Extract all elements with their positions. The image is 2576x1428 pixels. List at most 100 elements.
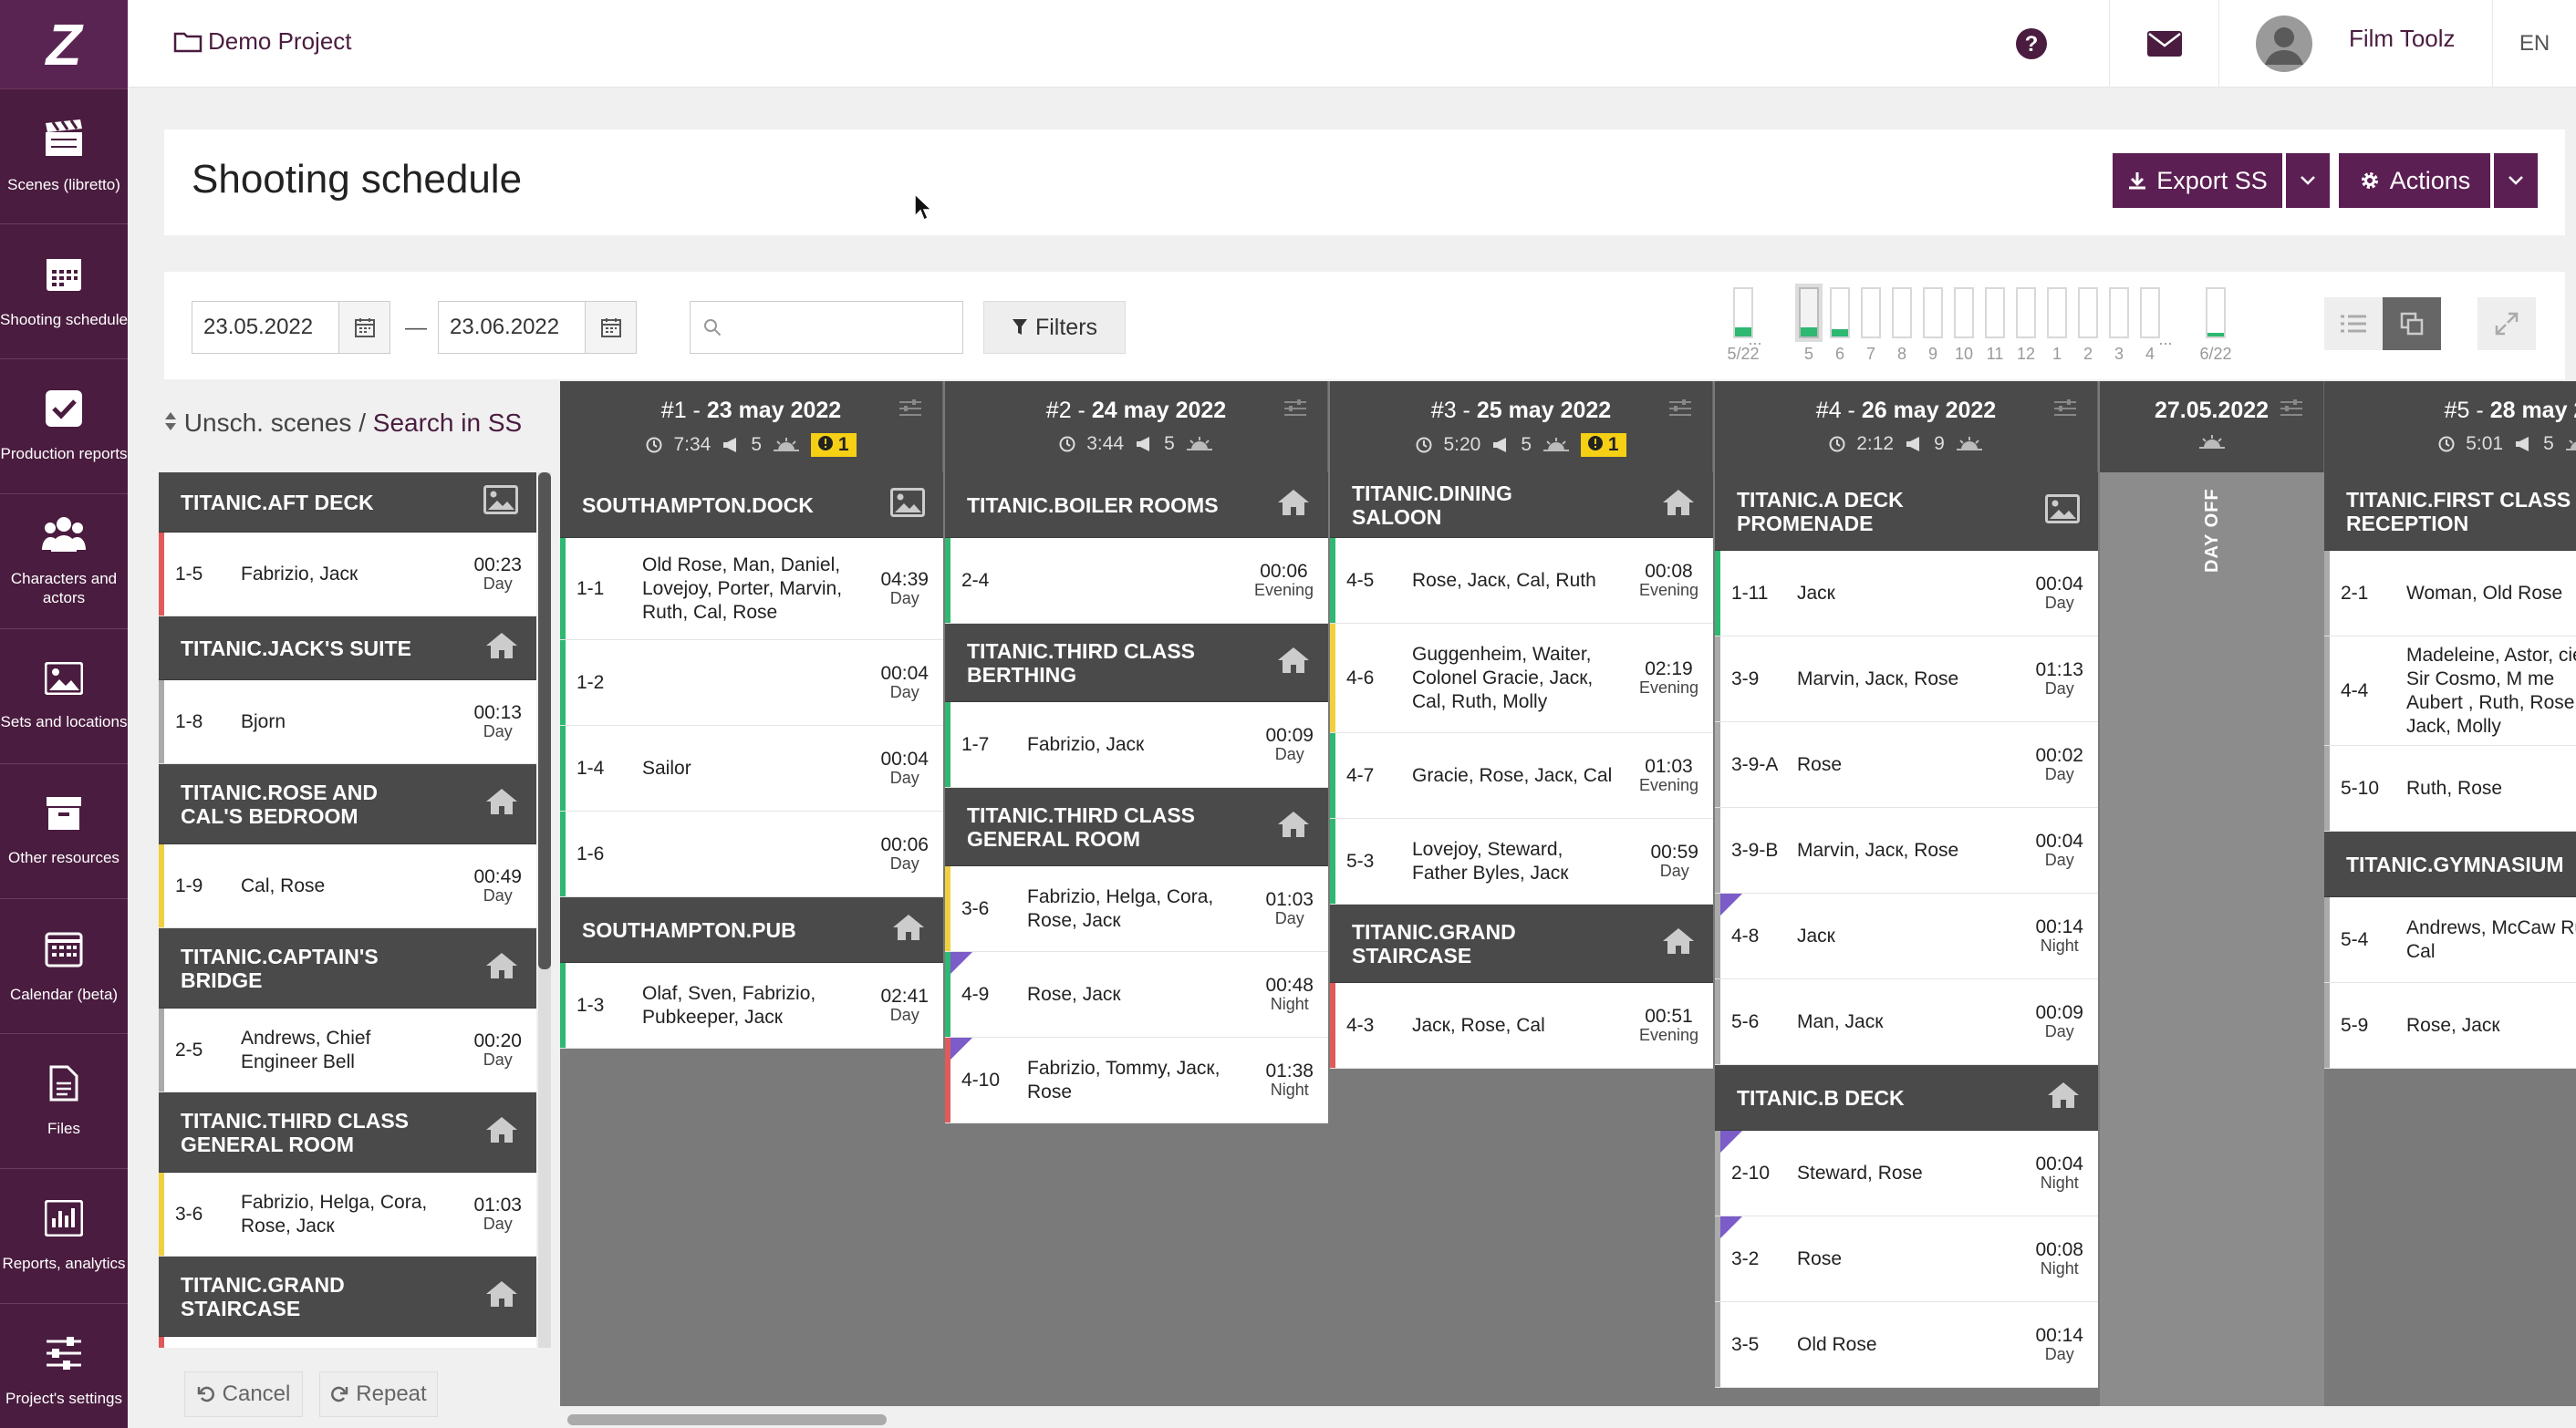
scene-card[interactable]: 3-6 Fabrizio, Helga, Cora, Rose, Jacк 01:0… bbox=[159, 1173, 536, 1257]
day-mini-bar[interactable] bbox=[2078, 287, 2098, 338]
location-header[interactable]: SOUTHAMPTON.DOCK bbox=[560, 472, 943, 538]
nav-item-characters-and-actors[interactable]: Characters and actors bbox=[0, 494, 128, 629]
nav-item-shooting-schedule[interactable]: Shooting schedule bbox=[0, 224, 128, 359]
scene-card[interactable]: 5-4 Andrews, McCaw Ruth, Cal bbox=[2324, 897, 2576, 983]
location-header[interactable]: TITANIC.GRAND STAIRCASE bbox=[159, 1257, 536, 1337]
scene-card[interactable]: 5-6 Man, Jacк 00:09 Day bbox=[1715, 979, 2098, 1065]
scene-card[interactable]: 3-2 Rose 00:08 Night bbox=[1715, 1216, 2098, 1302]
home-icon[interactable] bbox=[892, 914, 925, 947]
home-icon[interactable] bbox=[485, 1280, 518, 1313]
help-button[interactable]: ? bbox=[1981, 0, 2082, 88]
scene-card[interactable]: 5-10 Ruth, Rose bbox=[2324, 746, 2576, 832]
image-icon[interactable] bbox=[890, 487, 925, 523]
home-icon[interactable] bbox=[1277, 647, 1310, 679]
nav-item-calendar-beta[interactable]: Calendar (beta) bbox=[0, 899, 128, 1034]
settings-lines-icon[interactable] bbox=[1283, 399, 1307, 418]
date-from-input[interactable]: 23.05.2022 bbox=[192, 301, 390, 354]
filters-button[interactable]: Filters bbox=[983, 301, 1126, 354]
image-icon[interactable] bbox=[483, 484, 518, 520]
settings-lines-icon[interactable] bbox=[2280, 399, 2303, 418]
scene-card[interactable]: 5-3 Lovejoy, Steward, Father Byles, Jacк 0… bbox=[1330, 819, 1713, 905]
location-header[interactable]: TITANIC.GYMNASIUM bbox=[2324, 832, 2576, 897]
home-icon[interactable] bbox=[485, 1116, 518, 1149]
search-in-ss-link[interactable]: Search in SS bbox=[373, 409, 522, 437]
day-header[interactable]: #2 - 24 may 2022 3:44 5 bbox=[945, 381, 1328, 472]
scene-card[interactable]: 4-4 Madeleine, Astor, cie, Sir Cosmo, M m… bbox=[2324, 636, 2576, 746]
scene-card[interactable]: 1-4 Sailor 00:04 Day bbox=[560, 726, 943, 812]
day-mini-bar[interactable] bbox=[2109, 287, 2129, 338]
location-header[interactable]: TITANIC.THIRD CLASS GENERAL ROOM bbox=[945, 788, 1328, 866]
fullscreen-button[interactable] bbox=[2477, 297, 2536, 350]
location-header[interactable]: TITANIC.BOILER ROOMS bbox=[945, 472, 1328, 538]
date-from-calendar-button[interactable] bbox=[338, 302, 390, 353]
scene-card[interactable]: 1-2 00:04 Day bbox=[560, 640, 943, 726]
day-header[interactable]: #5 - 28 may 25:015 bbox=[2324, 381, 2576, 472]
scene-card[interactable]: 5-9 Rose, Jacк bbox=[2324, 983, 2576, 1069]
nav-item-project-s-settings[interactable]: Project's settings bbox=[0, 1304, 128, 1428]
day-warning-badge[interactable]: 1 bbox=[811, 433, 857, 457]
scene-card[interactable]: 4-3 Jacк, Rose, Cal 00:51 Evening bbox=[1330, 983, 1713, 1069]
home-icon[interactable] bbox=[1277, 811, 1310, 843]
scene-card[interactable] bbox=[159, 1337, 536, 1348]
scene-card[interactable]: 2-1 Woman, Old Rose bbox=[2324, 551, 2576, 636]
location-header[interactable]: TITANIC.AFT DECK bbox=[159, 472, 536, 533]
location-header[interactable]: TITANIC.GRAND STAIRCASE bbox=[1330, 905, 1713, 983]
scene-card[interactable]: 3-5 Old Rose 00:14 Day bbox=[1715, 1302, 2098, 1388]
day-mini-bar[interactable] bbox=[2016, 287, 2036, 338]
date-to-calendar-button[interactable] bbox=[585, 302, 636, 353]
scene-card[interactable]: 4-8 Jacк 00:14 Night bbox=[1715, 894, 2098, 979]
home-icon[interactable] bbox=[1277, 489, 1310, 522]
scene-card[interactable]: 2-5 Andrews, Chief Engineer Bell 00:20 Day bbox=[159, 1009, 536, 1092]
location-header[interactable]: TITANIC.JACK'S SUITE bbox=[159, 616, 536, 680]
location-header[interactable]: TITANIC.CAPTAIN'S BRIDGE bbox=[159, 928, 536, 1009]
scene-card[interactable]: 1-1 Old Rose, Man, Daniel, Lovejoy, Porte… bbox=[560, 538, 943, 640]
scene-card[interactable]: 3-9-A Rose 00:02 Day bbox=[1715, 722, 2098, 808]
export-ss-button[interactable]: Export SS bbox=[2113, 153, 2282, 208]
day-mini-bar[interactable] bbox=[1954, 287, 1974, 338]
day-mini-bar[interactable] bbox=[2206, 287, 2226, 338]
scene-card[interactable]: 4-5 Rose, Jacк, Cal, Ruth 00:08 Evening bbox=[1330, 538, 1713, 624]
nav-item-sets-and-locations[interactable]: Sets and locations bbox=[0, 629, 128, 764]
nav-item-production-reports[interactable]: Production reports bbox=[0, 359, 128, 494]
location-header[interactable]: TITANIC.DINING SALOON bbox=[1330, 472, 1713, 538]
home-icon[interactable] bbox=[485, 632, 518, 665]
location-header[interactable]: TITANIC.ROSE AND CAL'S BEDROOM bbox=[159, 764, 536, 844]
search-input[interactable] bbox=[690, 301, 963, 354]
scene-card[interactable]: 4-9 Rose, Jacк 00:48 Night bbox=[945, 952, 1328, 1038]
user-menu[interactable]: Film Toolz bbox=[2218, 0, 2492, 88]
scene-card[interactable]: 1-6 00:06 Day bbox=[560, 812, 943, 897]
home-icon[interactable] bbox=[485, 952, 518, 985]
left-scrollbar[interactable] bbox=[538, 472, 551, 969]
scene-card[interactable]: 1-9 Cal, Rose 00:49 Day bbox=[159, 844, 536, 928]
nav-item-scenes-libretto[interactable]: Scenes (libretto) bbox=[0, 89, 128, 224]
home-icon[interactable] bbox=[2047, 1081, 2080, 1114]
board-view-button[interactable] bbox=[2383, 297, 2441, 350]
scene-card[interactable]: 4-10 Fabrizio, Tommy, Jacк, Rose 01:38 Nigh… bbox=[945, 1038, 1328, 1123]
scene-card[interactable]: 3-6 Fabrizio, Helga, Cora, Rose, Jacк 01:0… bbox=[945, 866, 1328, 952]
day-mini-bar[interactable] bbox=[1985, 287, 2005, 338]
day-header[interactable]: #4 - 26 may 2022 2:12 9 bbox=[1715, 381, 2098, 472]
scene-card[interactable]: 4-7 Gracie, Rose, Jacк, Cal 01:03 Evening bbox=[1330, 733, 1713, 819]
repeat-button[interactable]: Repeat bbox=[319, 1371, 438, 1417]
location-header[interactable]: SOUTHAMPTON.PUB bbox=[560, 897, 943, 963]
scene-card[interactable]: 4-6 Guggenheim, Waiter, Colonel Gracie, J… bbox=[1330, 624, 1713, 733]
scene-card[interactable]: 1-5 Fabrizio, Jacк 00:23 Day bbox=[159, 533, 536, 616]
scene-card[interactable]: 1-8 Bjorn 00:13 Day bbox=[159, 680, 536, 764]
actions-button[interactable]: Actions bbox=[2339, 153, 2490, 208]
messages-button[interactable] bbox=[2109, 0, 2218, 88]
export-dropdown-button[interactable] bbox=[2286, 153, 2330, 208]
day-mini-bar[interactable] bbox=[2047, 287, 2067, 338]
home-icon[interactable] bbox=[1662, 927, 1695, 960]
list-view-button[interactable] bbox=[2324, 297, 2383, 350]
scene-card[interactable]: 3-9-B Marvin, Jacк, Rose 00:04 Day bbox=[1715, 808, 2098, 894]
unscheduled-label[interactable]: Unsch. scenes bbox=[184, 409, 352, 437]
home-icon[interactable] bbox=[485, 788, 518, 821]
day-header[interactable]: #1 - 23 may 2022 7:34 5 1 bbox=[560, 381, 943, 472]
cancel-button[interactable]: Cancel bbox=[184, 1371, 303, 1417]
sort-icon[interactable] bbox=[164, 411, 177, 431]
day-mini-bar[interactable] bbox=[1892, 287, 1912, 338]
day-mini-bar[interactable] bbox=[1923, 287, 1943, 338]
day-mini-bar[interactable] bbox=[1799, 287, 1819, 338]
scene-card[interactable]: 1-11 Jacк 00:04 Day bbox=[1715, 551, 2098, 636]
day-mini-bar[interactable] bbox=[1830, 287, 1850, 338]
